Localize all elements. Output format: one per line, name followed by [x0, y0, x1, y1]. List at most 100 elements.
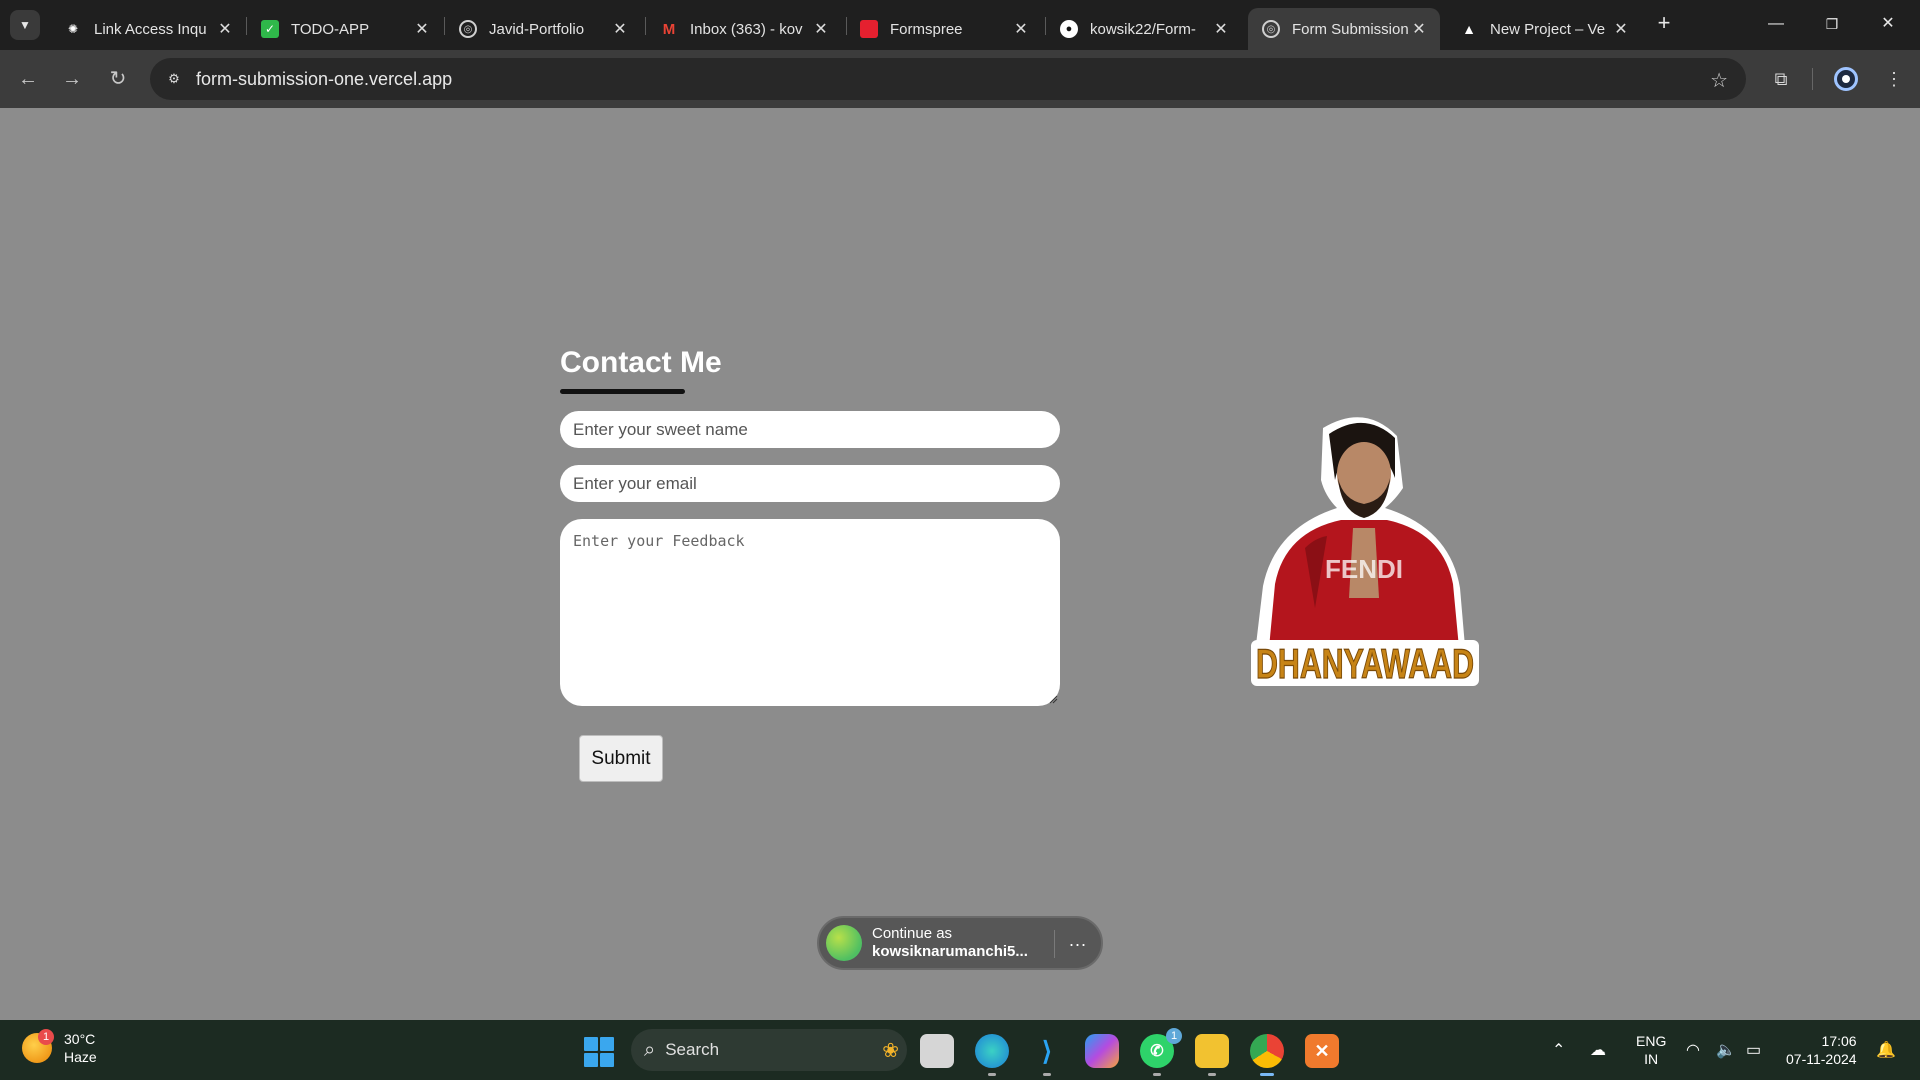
feedback-field[interactable]: [560, 519, 1060, 706]
address-bar[interactable]: ⚙ form-submission-one.vercel.app ☆: [150, 58, 1746, 100]
running-indicator: [1208, 1073, 1216, 1076]
checkbox-icon: ✓: [261, 20, 279, 38]
windows-logo-icon: [584, 1053, 598, 1067]
extensions-icon[interactable]: ⧉: [1767, 65, 1795, 93]
bookmark-star-icon[interactable]: ☆: [1710, 68, 1728, 93]
close-icon[interactable]: ✕: [216, 19, 234, 39]
openai-icon: ✺: [67, 22, 79, 36]
tab-title: Inbox (363) - kov: [690, 20, 803, 38]
running-indicator: [1153, 1073, 1161, 1076]
close-icon[interactable]: ✕: [1212, 19, 1230, 39]
system-clock[interactable]: 17:06 07-11-2024: [1786, 1032, 1857, 1068]
dhanyawaad-sticker: FENDI DHANYAWAAD: [1251, 417, 1479, 688]
close-window-button[interactable]: ✕: [1876, 12, 1900, 36]
tab-title: Javid-Portfolio: [489, 20, 585, 38]
page-content: Contact Me Submit FENDI DHANYAWAAD Conti…: [0, 108, 1920, 1020]
minimize-button[interactable]: —: [1764, 12, 1788, 36]
taskbar-search[interactable]: ⌕ Search ❀: [631, 1029, 907, 1071]
close-icon[interactable]: ✕: [1012, 19, 1030, 39]
minimize-icon: —: [1768, 15, 1784, 32]
restore-button[interactable]: ❐: [1820, 12, 1844, 36]
tab-github[interactable]: ● kowsik22/Form- ✕: [1046, 8, 1242, 50]
new-tab-button[interactable]: +: [1652, 12, 1676, 36]
sticker-caption: DHANYAWAAD: [1256, 640, 1474, 687]
arrow-left-icon: ←: [18, 68, 38, 90]
running-indicator: [1043, 1073, 1051, 1076]
email-field[interactable]: [560, 465, 1060, 502]
weather-description: Haze: [64, 1049, 97, 1065]
clock-time: 17:06: [1821, 1033, 1857, 1049]
menu-kebab-icon[interactable]: ⋮: [1880, 65, 1908, 93]
clock-date: 07-11-2024: [1786, 1051, 1857, 1067]
search-label: Search: [665, 1040, 720, 1059]
cloud-offline-icon[interactable]: ☁: [1590, 1040, 1606, 1060]
phone-glyph: ✆: [1150, 1043, 1164, 1060]
restore-icon: ❐: [1825, 16, 1839, 32]
reload-button[interactable]: ↻: [104, 65, 132, 93]
task-view-icon[interactable]: [920, 1034, 954, 1068]
chevron-down-icon: ▼: [19, 18, 31, 32]
tab-todo-app[interactable]: ✓ TODO-APP ✕: [247, 8, 443, 50]
profile-avatar[interactable]: [1834, 67, 1858, 91]
tab-title: Form Submission: [1292, 20, 1409, 38]
vercel-icon: ▲: [1462, 21, 1476, 37]
tab-form-submission[interactable]: ◎ Form Submission ✕: [1248, 8, 1440, 50]
avatar: [826, 925, 862, 961]
close-icon[interactable]: ✕: [413, 19, 431, 39]
notification-badge: 1: [38, 1029, 54, 1045]
vscode-icon[interactable]: ⟩: [1030, 1034, 1064, 1076]
tab-gmail-inbox[interactable]: M Inbox (363) - kov ✕: [646, 8, 842, 50]
windows-logo-icon: [584, 1037, 598, 1051]
volume-icon[interactable]: 🔈: [1716, 1040, 1736, 1060]
chevron-up-icon[interactable]: ⌃: [1552, 1040, 1565, 1060]
plus-icon: +: [1657, 10, 1671, 35]
taskbar: 1 30°C Haze ⌕ Search ❀ ⟩ ✆ 1 ✕ ⌃ ☁ ENG I…: [0, 1020, 1920, 1080]
formspree-icon: [860, 20, 878, 38]
name-field[interactable]: [560, 411, 1060, 448]
windows-logo-icon: [600, 1037, 614, 1051]
gmail-icon: M: [662, 20, 676, 38]
weather-widget[interactable]: 1 30°C Haze: [22, 1029, 97, 1066]
close-icon[interactable]: ✕: [611, 19, 629, 39]
tab-title: Formspree: [890, 20, 963, 38]
running-indicator: [988, 1073, 996, 1076]
weather-sun-icon: 1: [22, 1029, 54, 1063]
language-indicator[interactable]: ENG IN: [1636, 1032, 1666, 1068]
close-icon[interactable]: ✕: [1410, 19, 1428, 39]
region-code: IN: [1644, 1051, 1659, 1067]
tab-link-access[interactable]: ✺ Link Access Inqu ✕: [50, 8, 246, 50]
submit-button[interactable]: Submit: [579, 735, 663, 782]
continue-as-prompt[interactable]: Continue as kowsiknarumanchi5... ...: [817, 916, 1103, 970]
copilot-icon[interactable]: [1085, 1034, 1119, 1068]
chrome-icon[interactable]: [1240, 1024, 1294, 1078]
close-icon[interactable]: ✕: [812, 19, 830, 39]
tab-title: TODO-APP: [291, 20, 370, 38]
more-options-button[interactable]: ...: [1069, 930, 1087, 951]
resize-handle-icon[interactable]: [1048, 694, 1058, 704]
tab-formspree[interactable]: Formspree ✕: [846, 8, 1042, 50]
github-icon: ●: [1060, 20, 1078, 38]
battery-icon[interactable]: ▭: [1746, 1040, 1761, 1060]
site-info-icon[interactable]: ⚙: [160, 65, 188, 93]
language-code: ENG: [1636, 1033, 1667, 1049]
wifi-icon[interactable]: ◠: [1686, 1040, 1700, 1060]
arrow-right-icon: →: [62, 68, 82, 90]
file-explorer-icon[interactable]: [1195, 1034, 1229, 1076]
start-button[interactable]: [584, 1037, 614, 1067]
browser-toolbar: ← → ↻ ⚙ form-submission-one.vercel.app ☆…: [0, 50, 1920, 108]
tab-search-button[interactable]: ▼: [10, 10, 40, 40]
tab-vercel[interactable]: ▲ New Project – Ve ✕: [1446, 8, 1642, 50]
tab-javid-portfolio[interactable]: ◎ Javid-Portfolio ✕: [445, 8, 641, 50]
tab-title: kowsik22/Form-: [1090, 20, 1196, 38]
whatsapp-icon[interactable]: ✆ 1: [1140, 1028, 1182, 1076]
bing-highlight-icon: ❀: [882, 1039, 899, 1062]
forward-button[interactable]: →: [58, 65, 86, 93]
xampp-icon[interactable]: ✕: [1305, 1034, 1339, 1068]
account-name: kowsiknarumanchi5...: [872, 943, 1028, 960]
url-text[interactable]: form-submission-one.vercel.app: [196, 69, 452, 90]
notification-bell-icon[interactable]: 🔔: [1876, 1040, 1896, 1060]
tab-title: New Project – Ve: [1490, 20, 1606, 38]
edge-icon[interactable]: [975, 1034, 1009, 1076]
back-button[interactable]: ←: [14, 65, 42, 93]
close-icon[interactable]: ✕: [1612, 19, 1630, 39]
